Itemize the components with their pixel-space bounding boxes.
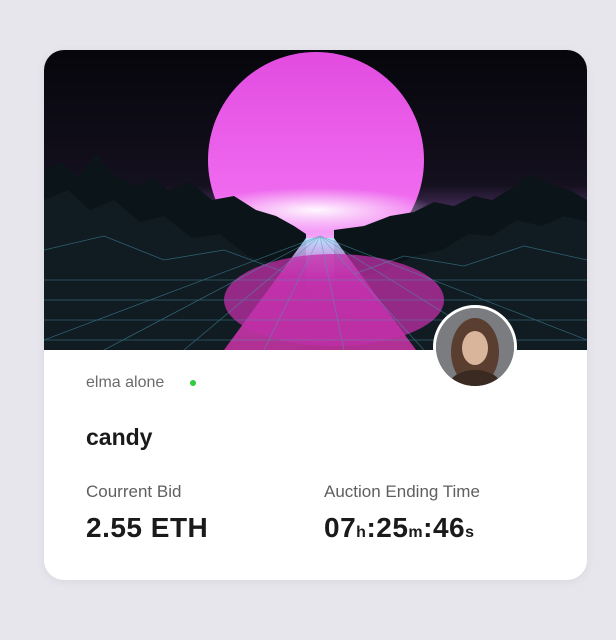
current-bid-value: 2.55 ETH: [86, 512, 209, 543]
auction-time-label: Auction Ending Time: [324, 482, 480, 501]
timer-hours: 07: [324, 512, 357, 543]
creator-avatar[interactable]: [433, 305, 517, 389]
nft-title[interactable]: candy: [86, 424, 152, 451]
timer-hours-unit: h: [356, 524, 367, 541]
nft-artwork[interactable]: [44, 50, 587, 350]
timer-minutes-unit: m: [408, 524, 424, 541]
timer-seconds: 46: [432, 512, 466, 543]
auction-countdown: 07h:25m:46s: [324, 512, 475, 544]
page: elma alone candy Courrent Bid 2.55 ETH A…: [0, 0, 616, 640]
creator-row[interactable]: elma alone: [86, 374, 197, 392]
nft-card[interactable]: elma alone candy Courrent Bid 2.55 ETH A…: [44, 50, 587, 580]
current-bid-label: Courrent Bid: [86, 482, 182, 501]
timer-separator: :: [366, 512, 377, 543]
timer-separator: :: [423, 512, 433, 543]
timer-seconds-unit: s: [465, 524, 475, 541]
avatar-portrait-icon: [436, 308, 514, 386]
timer-minutes: 25: [376, 512, 409, 543]
creator-name[interactable]: elma alone: [86, 374, 164, 392]
online-status-icon: [190, 380, 197, 386]
